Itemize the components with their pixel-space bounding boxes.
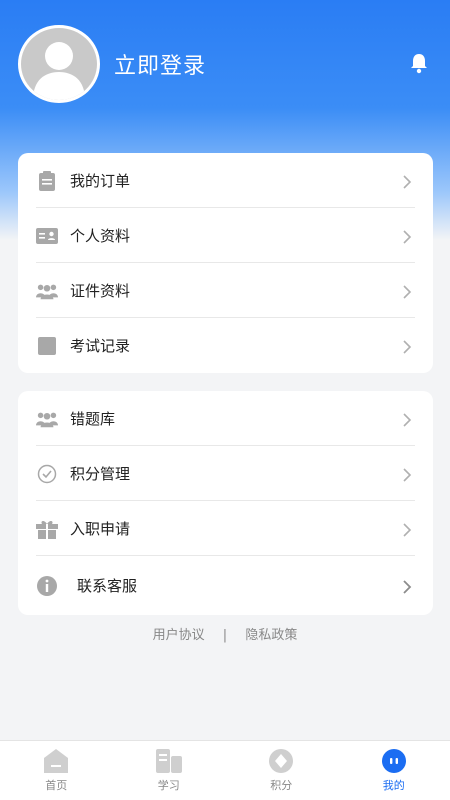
group-icon	[36, 280, 58, 302]
link-separator: |	[222, 628, 228, 643]
tab-label: 积分	[270, 779, 293, 792]
menu-item-customer-service[interactable]: 联系客服	[18, 556, 433, 615]
tab-home[interactable]: 首页	[0, 741, 113, 800]
tab-profile[interactable]: 我的	[338, 741, 450, 800]
check-circle-icon	[36, 463, 58, 485]
tab-points[interactable]: 积分	[225, 741, 338, 800]
tab-label: 首页	[45, 779, 68, 792]
menu-item-documents[interactable]: 证件资料	[18, 263, 433, 318]
chevron-right-icon	[401, 467, 413, 482]
tab-study[interactable]: 学习	[113, 741, 226, 800]
tab-label: 学习	[157, 779, 180, 792]
group-icon	[36, 408, 58, 430]
bottom-tab-bar: 首页 学习 积分 我的	[0, 740, 450, 800]
menu-item-label: 个人资料	[70, 227, 131, 245]
user-agreement-link[interactable]: 用户协议	[153, 624, 205, 643]
chevron-right-icon	[401, 412, 413, 427]
menu-item-label: 错题库	[70, 410, 116, 428]
chevron-right-icon	[401, 284, 413, 299]
square-icon	[36, 335, 58, 357]
menu-item-wrong-questions[interactable]: 错题库	[18, 391, 433, 446]
login-link[interactable]: 立即登录	[114, 48, 206, 80]
menu-card-primary: 我的订单 个人资料 证件资料 考试记录	[18, 153, 433, 373]
profile-header[interactable]: 立即登录	[18, 25, 206, 103]
menu-card-secondary: 错题库 积分管理 入职申请 联系客服	[18, 391, 433, 615]
chevron-right-icon	[401, 339, 413, 354]
profile-icon	[380, 748, 408, 774]
menu-item-job-application[interactable]: 入职申请	[18, 501, 433, 556]
privacy-policy-link[interactable]: 隐私政策	[245, 624, 297, 643]
menu-item-exam-records[interactable]: 考试记录	[18, 318, 433, 373]
menu-item-personal-info[interactable]: 个人资料	[18, 208, 433, 263]
user-avatar-icon[interactable]	[18, 25, 100, 103]
chevron-right-icon	[401, 174, 413, 189]
tab-label: 我的	[382, 779, 405, 792]
menu-item-label: 积分管理	[70, 465, 131, 483]
clipboard-icon	[36, 170, 58, 192]
menu-item-label: 我的订单	[70, 172, 131, 190]
menu-item-label: 联系客服	[77, 577, 138, 595]
menu-item-points-management[interactable]: 积分管理	[18, 446, 433, 501]
home-icon	[42, 748, 70, 774]
study-icon	[155, 748, 183, 774]
menu-item-label: 考试记录	[70, 337, 131, 355]
id-card-icon	[36, 225, 58, 247]
gift-icon	[36, 518, 58, 540]
footer-links: 用户协议 | 隐私政策	[0, 624, 450, 643]
chevron-right-icon	[401, 522, 413, 537]
info-icon	[36, 575, 58, 597]
chevron-right-icon	[401, 229, 413, 244]
points-icon	[267, 748, 295, 774]
menu-item-label: 证件资料	[70, 282, 131, 300]
chevron-right-icon	[401, 579, 413, 594]
menu-item-my-orders[interactable]: 我的订单	[18, 153, 433, 208]
bell-icon[interactable]	[408, 52, 430, 74]
menu-item-label: 入职申请	[70, 520, 131, 538]
